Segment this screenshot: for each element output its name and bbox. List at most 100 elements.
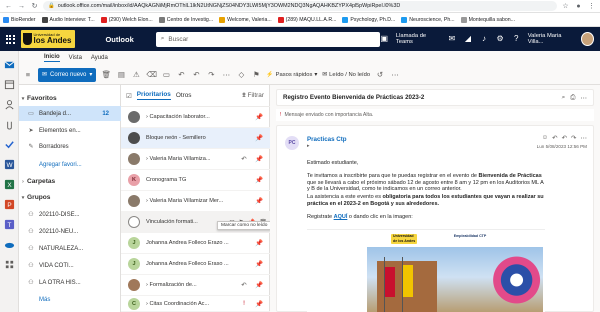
undo-icon[interactable]: ↺ bbox=[375, 70, 385, 80]
todo-app-icon[interactable] bbox=[4, 139, 15, 150]
people-app-icon[interactable] bbox=[4, 99, 15, 110]
mail-icon[interactable]: ✉ bbox=[447, 34, 456, 44]
group-item[interactable]: ⚇ LA OTRA HIS... bbox=[19, 275, 121, 290]
add-favorite-link[interactable]: Agregar favori... bbox=[19, 157, 121, 172]
excel-app-icon[interactable]: X bbox=[4, 179, 15, 190]
bookmark-item[interactable]: (289) MAQU.LL.A.R... bbox=[277, 16, 336, 23]
profile-icon[interactable]: ● bbox=[574, 2, 583, 11]
pin-icon[interactable]: 📌 bbox=[255, 155, 263, 163]
tag-icon[interactable]: ◇ bbox=[236, 70, 246, 80]
select-all-checkbox[interactable]: ☑ bbox=[126, 92, 132, 100]
list-item[interactable]: › Valeria Maria Villamizar Mer... 📌 bbox=[121, 191, 270, 212]
megaphone-icon[interactable]: ◢ bbox=[463, 34, 472, 44]
delete-icon[interactable]: 🗑 bbox=[101, 70, 112, 80]
overflow-icon[interactable]: ⋯ bbox=[390, 70, 400, 80]
avatar[interactable] bbox=[581, 32, 595, 46]
reload-icon[interactable]: ↻ bbox=[30, 2, 39, 11]
teams-call-button[interactable]: Llamada de Teams bbox=[396, 33, 440, 45]
print-icon[interactable]: ⎙ bbox=[570, 94, 575, 102]
select-checkbox[interactable] bbox=[128, 216, 140, 228]
tab-vista[interactable]: Vista bbox=[69, 55, 82, 61]
tab-inicio[interactable]: Inicio bbox=[44, 54, 60, 62]
read-unread-button[interactable]: ✉ Leído / No leído bbox=[322, 72, 370, 78]
folders-header[interactable]: › Carpetas bbox=[19, 174, 121, 189]
new-mail-button[interactable]: ✉ Correo nuevo ▾ bbox=[38, 67, 97, 82]
powerpoint-app-icon[interactable]: P bbox=[4, 199, 15, 210]
reply-icon[interactable]: ↶ bbox=[552, 134, 557, 142]
list-item[interactable]: Bloque neón - Semillero 📌 bbox=[121, 128, 270, 149]
forward-icon[interactable]: → bbox=[17, 2, 26, 11]
tab-ayuda[interactable]: Ayuda bbox=[91, 55, 108, 61]
report-icon[interactable]: ⚠ bbox=[131, 70, 141, 80]
groups-header[interactable]: ▾ Grupos bbox=[19, 190, 121, 205]
more-icon[interactable]: ⋯ bbox=[221, 70, 231, 80]
list-item[interactable]: K Cronograma TG 📌 bbox=[121, 170, 270, 191]
pin-icon[interactable]: 📌 bbox=[255, 176, 263, 184]
menu-icon[interactable]: ⋮ bbox=[587, 2, 596, 11]
university-logo[interactable]: Universidad de los Andes bbox=[20, 30, 76, 48]
pin-icon[interactable]: 📌 bbox=[255, 300, 263, 308]
forward-mail-icon[interactable]: ↷ bbox=[571, 134, 576, 142]
help-icon[interactable]: ? bbox=[512, 34, 521, 44]
reply-all-icon[interactable]: ↶ bbox=[562, 134, 567, 142]
bookmark-item[interactable]: (290) Welch Elon... bbox=[100, 16, 153, 23]
group-item[interactable]: ⚇ 202110-NEU... bbox=[19, 224, 121, 239]
zoom-icon[interactable]: ⌕ bbox=[562, 94, 566, 102]
pin-icon[interactable]: 📌 bbox=[255, 113, 263, 121]
app-launcher-icon[interactable] bbox=[0, 27, 21, 51]
word-app-icon[interactable]: W bbox=[4, 159, 15, 170]
bookmark-item[interactable]: BioRender bbox=[3, 16, 36, 23]
paperclip-icon[interactable] bbox=[4, 119, 15, 130]
calendar-app-icon[interactable] bbox=[4, 79, 15, 90]
reply-icon[interactable]: ↶ bbox=[176, 70, 186, 80]
bookmark-item[interactable]: Welcome, Valeria... bbox=[219, 16, 272, 23]
more-icon[interactable]: ⋯ bbox=[581, 134, 588, 142]
bell-icon[interactable]: ♪ bbox=[479, 34, 488, 44]
sender-name[interactable]: Practicas Ctp bbox=[307, 136, 347, 143]
group-item[interactable]: ⚇ 202110-DISE... bbox=[19, 207, 121, 222]
bookmark-item[interactable]: Psychology, Ph.D... bbox=[342, 16, 395, 23]
more-groups-link[interactable]: Más bbox=[19, 292, 121, 307]
list-item[interactable]: J Johanna Andrea Folleco Erazo ... 📌 bbox=[121, 233, 270, 254]
app-name[interactable]: Outlook bbox=[105, 35, 133, 44]
pin-icon[interactable]: 📌 bbox=[255, 281, 263, 289]
teams-app-icon[interactable]: T bbox=[4, 219, 15, 230]
register-link[interactable]: AQUÍ bbox=[334, 214, 348, 220]
list-item[interactable]: › Valeria Maria Villamiza... ↶ 📌 bbox=[121, 149, 270, 170]
emoji-icon[interactable]: ☺ bbox=[542, 134, 549, 142]
flag-icon[interactable]: ⚑ bbox=[251, 70, 261, 80]
bookmark-item[interactable]: Montequilla sabon... bbox=[460, 16, 515, 23]
event-image[interactable]: Universidad de los Andes Empleabilidad C… bbox=[307, 229, 545, 312]
tab-otros[interactable]: Otros bbox=[176, 92, 192, 99]
list-item[interactable]: J Johanna Andrea Folleco Eraso ... 📌 bbox=[121, 254, 270, 275]
apps-icon[interactable] bbox=[4, 259, 15, 270]
favorites-header[interactable]: ▾ Favoritos bbox=[19, 91, 121, 106]
group-item[interactable]: ⚇ NATURALEZA... bbox=[19, 241, 121, 256]
bookmark-item[interactable]: Audio Interview: T... bbox=[41, 16, 95, 23]
hamburger-icon[interactable]: ≡ bbox=[23, 70, 33, 80]
reply-all-icon[interactable]: ↶ bbox=[191, 70, 201, 80]
more-icon[interactable]: ⋯ bbox=[581, 94, 588, 102]
tab-prioritarios[interactable]: Prioritarios bbox=[136, 91, 171, 100]
pin-icon[interactable]: 📌 bbox=[255, 134, 263, 142]
back-icon[interactable]: ← bbox=[4, 2, 13, 11]
archive-icon[interactable]: ▤ bbox=[116, 70, 126, 80]
move-icon[interactable]: ▭ bbox=[161, 70, 171, 80]
bookmark-item[interactable]: Centro de Investig... bbox=[158, 16, 213, 23]
pin-icon[interactable]: 📌 bbox=[255, 239, 263, 247]
teams-icon[interactable]: ▣ bbox=[380, 34, 389, 44]
filter-button[interactable]: ⩩ Filtrar bbox=[242, 92, 264, 100]
list-item[interactable]: › Formalización de... ↶ 📌 bbox=[121, 275, 270, 296]
forward-mail-icon[interactable]: ↷ bbox=[206, 70, 216, 80]
group-item[interactable]: ⚇ VIDA COTI... bbox=[19, 258, 121, 273]
pin-icon[interactable]: 📌 bbox=[255, 260, 263, 268]
list-item[interactable]: C › Citas Coordinación Ac... ! 📌 bbox=[121, 296, 270, 312]
mail-app-icon[interactable] bbox=[4, 59, 15, 70]
address-bar[interactable]: 🔒 outlook.office.com/mail/inbox/id/AAQkA… bbox=[43, 1, 557, 11]
onedrive-app-icon[interactable] bbox=[4, 239, 15, 250]
quick-steps-button[interactable]: ⚡ Pasos rápidos ▾ bbox=[266, 72, 317, 78]
star-icon[interactable]: ☆ bbox=[561, 2, 570, 11]
sweep-icon[interactable]: ⌫ bbox=[146, 70, 157, 80]
bookmark-item[interactable]: Neuroscience, Ph... bbox=[401, 16, 455, 23]
chevron-down-icon[interactable]: ▾ bbox=[89, 71, 92, 78]
